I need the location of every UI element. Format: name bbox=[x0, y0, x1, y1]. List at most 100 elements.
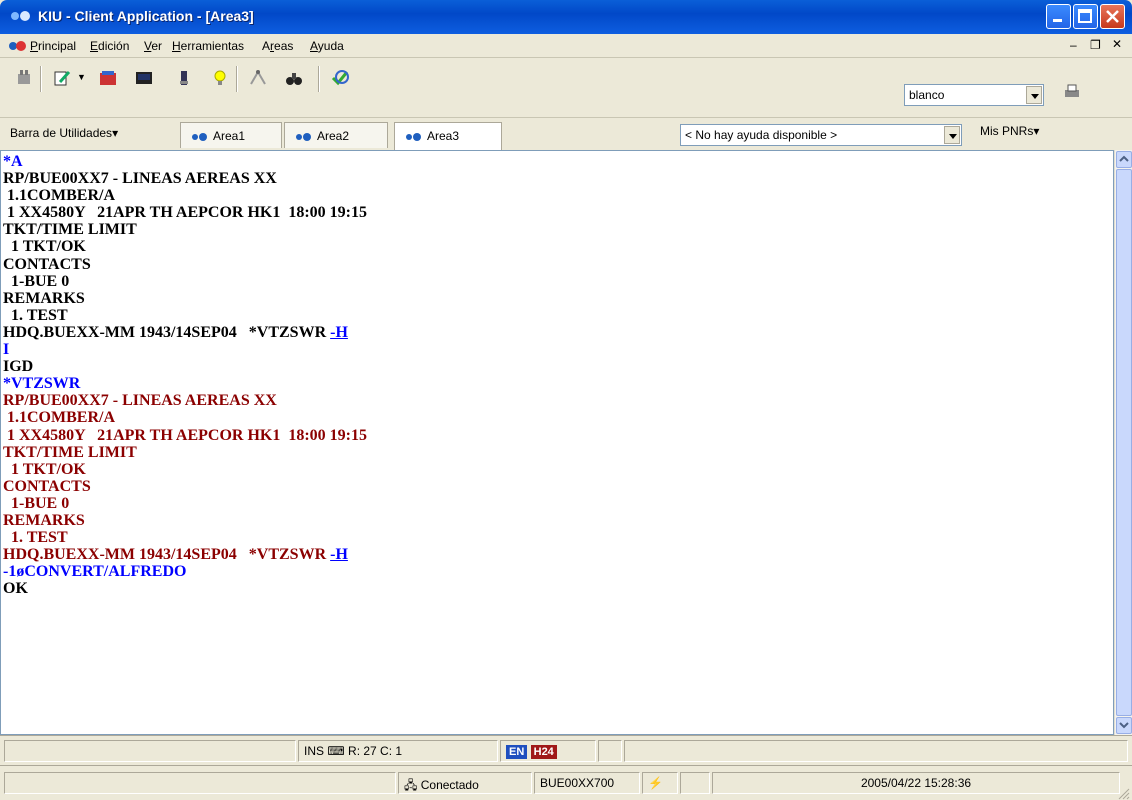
my-pnrs-menu[interactable]: Mis PNRs▾ bbox=[980, 124, 1039, 138]
folder-icon[interactable] bbox=[98, 68, 118, 88]
phone-icon[interactable] bbox=[174, 68, 194, 88]
datetime-panel: 2005/04/22 15:28:36 bbox=[712, 772, 1120, 794]
terminal-line: I bbox=[3, 341, 10, 359]
terminal-line: TKT/TIME LIMIT bbox=[3, 221, 137, 239]
menu-ayuda[interactable]: Ayuda bbox=[310, 39, 344, 53]
lightning-icon: ⚡ bbox=[648, 776, 663, 790]
kiu-area-icon bbox=[296, 133, 311, 141]
terminal-line: HDQ.BUEXX-MM 1943/14SEP04 *VTZSWR -H bbox=[3, 546, 348, 564]
terminal-line: 1-BUE 0 bbox=[3, 494, 70, 512]
minimize-icon bbox=[1053, 19, 1062, 22]
title-bar[interactable]: KIU - Client Application - [Area3] bbox=[0, 0, 1132, 34]
menu-principal[interactable]: Principal bbox=[30, 39, 76, 53]
close-button[interactable] bbox=[1100, 4, 1125, 29]
chevron-up-icon bbox=[1119, 155, 1129, 162]
language-badge: EN bbox=[506, 745, 528, 759]
keyboard-icon: ⌨ bbox=[327, 744, 345, 758]
status-panel-empty bbox=[624, 740, 1128, 762]
terminal-line: REMARKS bbox=[3, 511, 85, 529]
status-panel-cursor: INS ⌨ R: 27 C: 1 bbox=[298, 740, 498, 762]
tab-area3[interactable]: Area3 bbox=[394, 122, 502, 150]
menu-edicion[interactable]: Edición bbox=[90, 39, 129, 53]
terminal-line: *A bbox=[3, 153, 23, 170]
maximize-button[interactable] bbox=[1073, 4, 1098, 29]
terminal-icon[interactable] bbox=[134, 68, 154, 88]
clock-mode-badge: H24 bbox=[530, 745, 557, 759]
history-link[interactable]: -H bbox=[330, 546, 348, 563]
kiu-area-icon bbox=[406, 133, 421, 141]
terminal-line: HDQ.BUEXX-MM 1943/14SEP04 *VTZSWR -H bbox=[3, 323, 348, 341]
utilities-bar-menu[interactable]: Barra de Utilidades▾ bbox=[10, 126, 118, 140]
menu-herramientas[interactable]: Herramientas bbox=[172, 39, 244, 53]
status-panel-empty bbox=[4, 740, 296, 762]
area-tab-row: Barra de Utilidades▾ Area1 Area2 Area3 <… bbox=[0, 118, 1132, 150]
status-panel-empty bbox=[680, 772, 710, 794]
terminal-line: OK bbox=[3, 580, 28, 598]
network-icon[interactable] bbox=[248, 68, 268, 88]
toolbar-separator bbox=[318, 66, 320, 92]
chevron-down-icon bbox=[1119, 722, 1129, 729]
window-title: KIU - Client Application - [Area3] bbox=[38, 8, 254, 24]
terminal-line: *VTZSWR bbox=[3, 375, 81, 393]
terminal-line: 1 TKT/OK bbox=[3, 238, 86, 256]
status-panel-lang: EN H24 bbox=[500, 740, 596, 762]
scroll-down-button[interactable] bbox=[1116, 717, 1132, 734]
close-icon bbox=[1106, 10, 1119, 23]
toolbar: ▼ blanco bbox=[0, 58, 1132, 118]
kiu-area-icon bbox=[192, 133, 207, 141]
terminal-line: 1-BUE 0 bbox=[3, 272, 70, 290]
terminal-output: *A RP/BUE00XX7 - LINEAS AEREAS XX 1.1COMB… bbox=[3, 153, 367, 597]
chevron-down-icon[interactable] bbox=[1026, 86, 1042, 104]
terminal-screen[interactable]: *A RP/BUE00XX7 - LINEAS AEREAS XX 1.1COMB… bbox=[0, 150, 1114, 735]
kiu-app-icon bbox=[11, 11, 30, 21]
terminal-line: REMARKS bbox=[3, 289, 85, 307]
terminal-line: 1 TKT/OK bbox=[3, 460, 86, 478]
connection-status: 🖧 Conectado bbox=[398, 772, 532, 794]
scroll-up-button[interactable] bbox=[1116, 151, 1132, 168]
help-select[interactable]: < No hay ayuda disponible > bbox=[680, 124, 962, 146]
terminal-line: 1. TEST bbox=[3, 306, 68, 324]
profile-select[interactable]: blanco bbox=[904, 84, 1044, 106]
status-panel-empty bbox=[598, 740, 622, 762]
plugin-icon[interactable] bbox=[14, 68, 34, 88]
status-panel-empty bbox=[4, 772, 396, 794]
help-select-value: < No hay ayuda disponible > bbox=[685, 128, 838, 142]
pnr-code-panel: BUE00XX700 bbox=[534, 772, 640, 794]
mdi-restore-icon[interactable]: ❐ bbox=[1090, 38, 1101, 52]
kiu-menu-icon bbox=[9, 41, 26, 51]
insert-mode: INS bbox=[304, 744, 325, 758]
document-edit-icon[interactable] bbox=[52, 68, 72, 88]
menu-areas[interactable]: Areas bbox=[262, 39, 293, 53]
terminal-line: 1 XX4580Y 21APR TH AEPCOR HK1 18:00 19:1… bbox=[3, 426, 367, 444]
mdi-close-icon[interactable]: ✕ bbox=[1112, 37, 1122, 51]
mdi-minimize-icon[interactable]: – bbox=[1070, 38, 1077, 52]
dropdown-arrow-icon[interactable]: ▼ bbox=[77, 72, 86, 82]
terminal-line: 1 XX4580Y 21APR TH AEPCOR HK1 18:00 19:1… bbox=[3, 204, 367, 222]
terminal-line: RP/BUE00XX7 - LINEAS AEREAS XX bbox=[3, 170, 277, 188]
chevron-down-icon[interactable] bbox=[944, 126, 960, 144]
printer-icon[interactable] bbox=[1062, 82, 1082, 102]
menu-ver[interactable]: Ver bbox=[144, 39, 162, 53]
vertical-scrollbar[interactable] bbox=[1114, 150, 1132, 735]
terminal-line: 1.1COMBER/A bbox=[3, 187, 115, 205]
terminal-line: -1øCONVERT/ALFREDO bbox=[3, 563, 187, 581]
terminal-line: CONTACTS bbox=[3, 255, 91, 273]
tab-area1[interactable]: Area1 bbox=[180, 122, 282, 148]
maximize-icon bbox=[1078, 9, 1092, 23]
terminal-line: RP/BUE00XX7 - LINEAS AEREAS XX bbox=[3, 392, 277, 410]
cursor-position: R: 27 C: 1 bbox=[348, 744, 403, 758]
history-link[interactable]: -H bbox=[330, 324, 348, 341]
binoculars-icon[interactable] bbox=[284, 68, 304, 88]
scrollbar-thumb[interactable] bbox=[1116, 169, 1132, 716]
terminal-line: CONTACTS bbox=[3, 477, 91, 495]
toolbar-separator bbox=[40, 66, 42, 92]
resize-grip-icon[interactable] bbox=[1116, 786, 1130, 800]
lightbulb-icon[interactable] bbox=[210, 68, 230, 88]
tab-area2[interactable]: Area2 bbox=[284, 122, 388, 148]
check-shield-icon[interactable] bbox=[330, 68, 350, 88]
status-bar-connection: 🖧 Conectado BUE00XX700 ⚡ 2005/04/22 15:2… bbox=[0, 765, 1132, 800]
minimize-button[interactable] bbox=[1046, 4, 1071, 29]
terminal-line: TKT/TIME LIMIT bbox=[3, 443, 137, 461]
menu-bar: Principal Edición Ver Herramientas Areas… bbox=[0, 34, 1132, 58]
lightning-panel: ⚡ bbox=[642, 772, 678, 794]
